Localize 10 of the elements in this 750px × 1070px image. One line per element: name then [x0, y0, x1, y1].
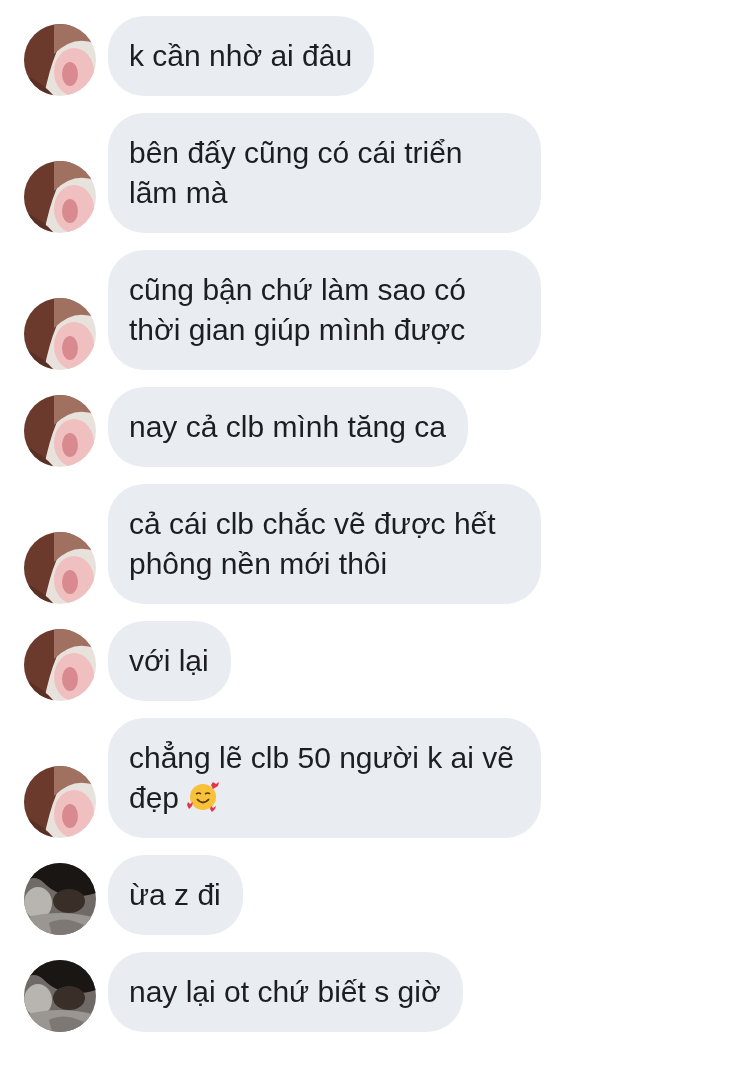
message-bubble: ừa z đi — [108, 855, 243, 935]
message-bubble: nay lại ot chứ biết s giờ — [108, 952, 463, 1032]
message-bubble: k cần nhờ ai đâu — [108, 16, 375, 96]
message-bubble: bên đấy cũng có cái triển lãm mà — [108, 113, 541, 233]
message-bubble: chẳng lẽ clb 50 người k ai vẽ đẹp — [108, 718, 541, 838]
message-bubble: với lại — [108, 621, 231, 701]
smiling-face-with-hearts-icon — [187, 780, 220, 812]
message-bubble: cả cái clb chắc vẽ được hết phông nền mới thôi — [108, 484, 541, 604]
message-bubble: nay cả clb mình tăng ca — [108, 387, 468, 467]
message-bubble: cũng bận chứ làm sao có thời gian giúp mình được — [108, 250, 541, 370]
